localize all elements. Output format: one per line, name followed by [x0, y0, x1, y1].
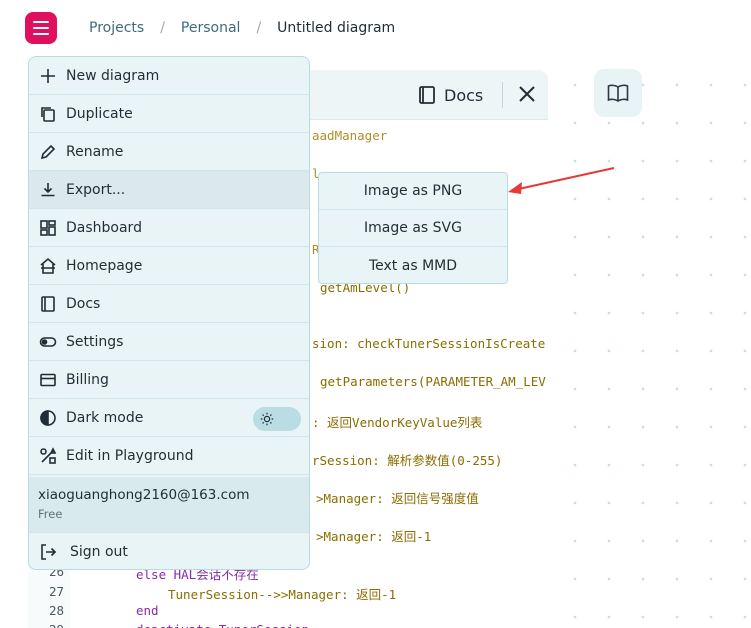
menu-item-dashboard[interactable]: Dashboard	[29, 209, 309, 247]
menu-toggle-button[interactable]	[25, 12, 57, 44]
hamburger-line	[33, 27, 49, 29]
copy-icon	[39, 105, 57, 123]
menu-item-new-diagram[interactable]: New diagram	[29, 57, 309, 95]
code-line: deactivate TunerSession	[136, 622, 309, 628]
export-option-text-as-mmd[interactable]: Text as MMD	[319, 247, 507, 283]
breadcrumb-projects[interactable]: Projects	[89, 20, 144, 36]
header-divider	[502, 82, 503, 108]
code-line: >Manager: 返回信号强度值	[316, 491, 479, 506]
menu-item-label: Docs	[66, 295, 101, 312]
hamburger-line	[33, 33, 49, 35]
book-icon	[419, 86, 435, 104]
diagram-title[interactable]: Untitled diagram	[277, 20, 395, 36]
breadcrumb-personal[interactable]: Personal	[181, 20, 241, 36]
sign-out-button[interactable]: Sign out	[29, 533, 309, 569]
code-line: sion: checkTunerSessionIsCreate	[312, 336, 546, 351]
menu-item-export[interactable]: Export...	[29, 171, 309, 209]
menu-item-settings[interactable]: Settings	[29, 323, 309, 361]
docs-panel-button[interactable]	[594, 69, 642, 117]
book-icon	[607, 84, 629, 102]
docs-label: Docs	[444, 85, 484, 105]
export-submenu: Image as PNG Image as SVG Text as MMD	[318, 172, 508, 284]
menu-item-label: Settings	[66, 333, 124, 350]
menu-item-label: Homepage	[66, 257, 143, 274]
menu-item-homepage[interactable]: Homepage	[29, 247, 309, 285]
breadcrumb-separator: /	[160, 20, 165, 36]
user-plan: Free	[38, 507, 63, 521]
line-number: 29	[28, 622, 64, 628]
line-number: 28	[48, 603, 64, 618]
menu-item-billing[interactable]: Billing	[29, 361, 309, 399]
code-line: : 返回VendorKeyValue列表	[312, 415, 483, 430]
code-line: aadManager	[312, 128, 388, 143]
code-line: rSession: 解析参数值(0-255)	[312, 453, 503, 468]
code-line: TunerSession-->>Manager: 返回-1	[168, 587, 397, 602]
export-option-image-as-svg[interactable]: Image as SVG	[319, 210, 507, 247]
menu-item-label: Export...	[66, 181, 126, 198]
shapes-icon	[39, 446, 57, 465]
diagram-canvas[interactable]	[548, 56, 751, 628]
sign-out-label: Sign out	[70, 544, 128, 560]
user-email: xiaoguanghong2160@163.com	[38, 487, 250, 503]
menu-item-label: Dashboard	[66, 219, 142, 236]
dark-mode-toggle[interactable]	[253, 407, 301, 431]
menu-item-label: New diagram	[66, 67, 160, 84]
menu-item-label: Rename	[66, 143, 124, 160]
export-option-image-as-png[interactable]: Image as PNG	[319, 173, 507, 210]
breadcrumb: Projects / Personal / Untitled diagram	[89, 18, 395, 38]
download-icon	[39, 181, 57, 199]
card-icon	[39, 371, 57, 389]
menu-item-edit-in-playground[interactable]: Edit in Playground	[29, 437, 309, 475]
menu-item-docs[interactable]: Docs	[29, 285, 309, 323]
docs-button[interactable]: Docs	[418, 82, 483, 108]
menu-item-label: Edit in Playground	[66, 447, 194, 464]
hamburger-line	[33, 21, 49, 23]
code-line: >Manager: 返回-1	[316, 529, 432, 544]
plus-icon	[39, 67, 57, 85]
sun-icon	[257, 409, 277, 429]
book-icon	[39, 295, 57, 313]
menu-item-label: Billing	[66, 371, 109, 388]
user-account-card: xiaoguanghong2160@163.com Free	[29, 477, 309, 533]
toggle-icon	[39, 333, 57, 351]
code-line: getParameters(PARAMETER_AM_LEV	[320, 374, 546, 389]
main-menu: Edit in Playground Dark mode Billing Settin…	[28, 56, 310, 570]
annotation-arrow-icon	[508, 167, 615, 194]
pencil-icon	[39, 143, 57, 161]
menu-item-label: Duplicate	[66, 105, 133, 122]
menu-item-duplicate[interactable]: Duplicate	[29, 95, 309, 133]
contrast-icon	[39, 409, 57, 427]
menu-item-label: Dark mode	[66, 409, 144, 426]
close-icon[interactable]	[516, 83, 538, 105]
sign-out-icon	[39, 543, 57, 561]
breadcrumb-separator: /	[256, 20, 262, 36]
dashboard-icon	[39, 219, 57, 237]
line-number: 27	[48, 584, 64, 599]
menu-item-rename[interactable]: Rename	[29, 133, 309, 171]
home-icon	[39, 257, 57, 275]
code-line: end	[136, 603, 159, 618]
